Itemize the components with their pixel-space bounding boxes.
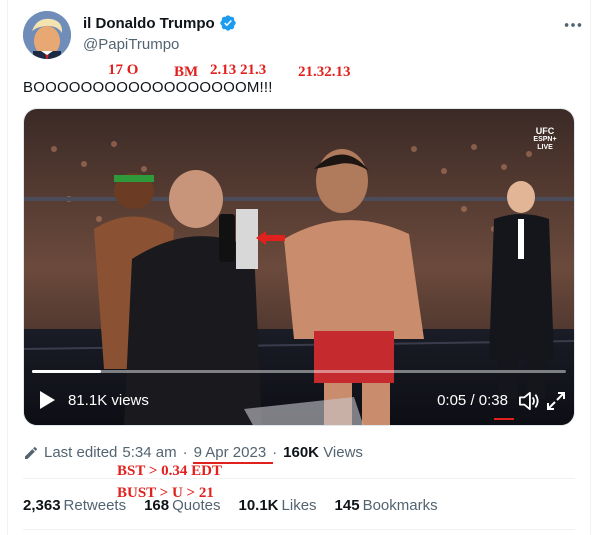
video-time: 0:05 / 0:38: [437, 392, 508, 409]
tweet-date[interactable]: 9 Apr 2023: [194, 444, 267, 461]
divider: [23, 478, 575, 479]
quotes-stat[interactable]: 168 Quotes: [144, 497, 220, 514]
avatar[interactable]: [23, 11, 71, 59]
name-row: il Donaldo Trumpo: [83, 14, 237, 32]
live-label: LIVE: [537, 143, 553, 151]
retweets-count: 2,363: [23, 497, 61, 514]
red-arrow-icon: [256, 231, 285, 245]
tweet-text: BOOOOOOOOOOOOOOOOOOM!!!: [23, 79, 273, 96]
divider: [23, 529, 575, 530]
likes-stat[interactable]: 10.1K Likes: [238, 497, 316, 514]
engagement-stats: 2,363 Retweets 168 Quotes 10.1K Likes 145 Bo…: [23, 497, 438, 514]
annotation-underline-duration: [494, 418, 514, 420]
tweet-time[interactable]: 5:34 am: [122, 444, 176, 461]
video-progress-fill: [32, 370, 102, 373]
video-frame: [24, 109, 574, 425]
video-player[interactable]: UFC ESPN+ LIVE 81.1K views 0:05 / 0:38: [23, 108, 575, 426]
verified-badge-icon: [219, 15, 236, 31]
right-border: [590, 0, 591, 535]
quotes-count: 168: [144, 497, 170, 514]
video-views: 81.1K views: [68, 392, 149, 409]
broadcast-logo: UFC ESPN+ LIVE: [530, 126, 560, 151]
quotes-label: Quotes: [172, 497, 221, 514]
bookmarks-count: 145: [334, 497, 360, 514]
tweet-meta: Last edited 5:34 am · 9 Apr 2023 · 160K …: [23, 444, 363, 461]
retweets-stat[interactable]: 2,363 Retweets: [23, 497, 126, 514]
video-time-separator: /: [466, 392, 479, 409]
volume-icon[interactable]: [518, 391, 540, 411]
views-label: Views: [323, 444, 363, 461]
ufc-logo-text: UFC: [535, 126, 555, 136]
play-icon[interactable]: [38, 390, 56, 410]
left-border: [7, 0, 8, 535]
views-count: 160K Views: [283, 444, 363, 461]
video-time-total: 0:38: [478, 392, 508, 409]
annotation-3: 2.13 21.3: [210, 62, 267, 78]
annotation-1: 17 O: [108, 62, 139, 78]
espn-logo-text: ESPN+: [533, 136, 557, 144]
bookmarks-label: Bookmarks: [362, 497, 438, 514]
display-name[interactable]: il Donaldo Trumpo: [83, 15, 215, 32]
pencil-icon: [25, 446, 38, 459]
annotation-4: 21.32.13: [298, 64, 351, 80]
retweets-label: Retweets: [63, 497, 127, 514]
likes-label: Likes: [281, 497, 317, 514]
video-progress-bar[interactable]: [32, 370, 566, 373]
fullscreen-icon[interactable]: [546, 391, 566, 411]
meta-separator: ·: [182, 444, 188, 461]
meta-separator: ·: [272, 444, 278, 461]
bookmarks-stat[interactable]: 145 Bookmarks: [335, 497, 438, 514]
tweet-card: il Donaldo Trumpo @PapiTrumpo 17 O BM 2.…: [0, 0, 598, 535]
views-number: 160K: [283, 444, 320, 461]
handle[interactable]: @PapiTrumpo: [83, 36, 179, 53]
edited-label[interactable]: Last edited: [44, 444, 117, 461]
video-time-elapsed: 0:05: [437, 392, 467, 409]
more-icon[interactable]: [562, 14, 584, 36]
likes-count: 10.1K: [238, 497, 279, 514]
